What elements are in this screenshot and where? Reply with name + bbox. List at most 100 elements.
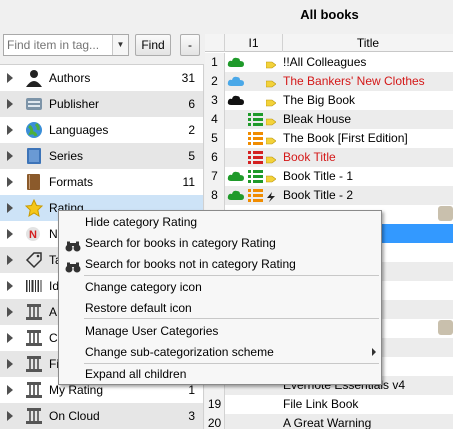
- tree-item-authors[interactable]: Authors 31: [0, 65, 203, 91]
- column-icon: [25, 303, 43, 321]
- table-row[interactable]: 20 A Great Warning: [205, 414, 453, 429]
- tree-item-series[interactable]: Series 5: [0, 143, 203, 169]
- search-history-dropdown[interactable]: ▼: [112, 35, 128, 55]
- column-header-title[interactable]: Title: [283, 34, 453, 52]
- book-title-cell: File Link Book: [283, 397, 359, 411]
- tag-icon: [265, 153, 277, 164]
- tree-item-formats[interactable]: Formats 11: [0, 169, 203, 195]
- tag-icon: [265, 77, 277, 88]
- column-icon: [25, 355, 43, 373]
- expand-arrow-icon[interactable]: [7, 255, 13, 265]
- series-book-icon: [25, 147, 43, 165]
- menu-item-label: Expand all children: [85, 367, 187, 381]
- menu-separator: [84, 318, 379, 319]
- table-row[interactable]: 19 File Link Book: [205, 395, 453, 414]
- tree-item-count: 3: [188, 409, 195, 423]
- table-row[interactable]: 1 !!All Colleagues: [205, 53, 453, 72]
- expand-arrow-icon[interactable]: [7, 99, 13, 109]
- binoculars-icon: [65, 259, 81, 273]
- star-icon: [24, 198, 44, 218]
- menu-item-manage-user-categories[interactable]: Manage User Categories: [60, 321, 380, 342]
- tree-item-count: 5: [188, 149, 195, 163]
- table-row[interactable]: 8 Book Title - 2: [205, 186, 453, 205]
- barcode-icon: [25, 277, 43, 295]
- table-row[interactable]: 5 The Book [First Edition]: [205, 129, 453, 148]
- tree-item-count: 31: [181, 71, 195, 85]
- find-button[interactable]: Find: [135, 34, 171, 56]
- expand-arrow-icon[interactable]: [7, 125, 13, 135]
- tag-search-box[interactable]: ▼: [3, 34, 129, 56]
- column-header-i1[interactable]: I1: [225, 34, 283, 52]
- expand-arrow-icon[interactable]: [7, 229, 13, 239]
- publisher-icon: [25, 95, 43, 113]
- table-header: I1 Title: [205, 34, 453, 52]
- collapse-button[interactable]: -: [180, 34, 200, 56]
- menu-item-label: Hide category Rating: [85, 215, 198, 229]
- table-row[interactable]: 4 Bleak House: [205, 110, 453, 129]
- tree-item-languages[interactable]: Languages 2: [0, 117, 203, 143]
- list-icon: [248, 150, 263, 165]
- table-row[interactable]: 7 Book Title - 1: [205, 167, 453, 186]
- expand-arrow-icon[interactable]: [7, 411, 13, 421]
- menu-item-hide-category-rating[interactable]: Hide category Rating: [60, 212, 380, 233]
- books-view-title: All books: [300, 7, 359, 22]
- table-row[interactable]: 2 The Bankers' New Clothes: [205, 72, 453, 91]
- menu-separator: [84, 363, 379, 364]
- list-icon: [248, 188, 263, 203]
- menu-item-change-sub-categorization-scheme[interactable]: Change sub-categorization scheme: [60, 342, 380, 363]
- menu-item-search-for-books-in-category-rating[interactable]: Search for books in category Rating: [60, 233, 380, 254]
- list-icon: [248, 112, 263, 127]
- row-number: 7: [205, 167, 225, 186]
- expand-arrow-icon[interactable]: [7, 73, 13, 83]
- row-number: 8: [205, 186, 225, 205]
- menu-item-label: Search for books in category Rating: [85, 236, 276, 250]
- menu-item-search-for-books-not-in-category-rating[interactable]: Search for books not in category Rating: [60, 254, 380, 275]
- row-number-header: [205, 34, 225, 52]
- expand-arrow-icon[interactable]: [7, 203, 13, 213]
- list-icon: [248, 169, 263, 184]
- tree-item-publisher[interactable]: Publisher 6: [0, 91, 203, 117]
- tag-icon: [265, 96, 277, 107]
- row-number: 5: [205, 129, 225, 148]
- row-number: 3: [205, 91, 225, 110]
- menu-item-label: Change sub-categorization scheme: [85, 345, 274, 359]
- tree-item-label: On Cloud: [49, 409, 100, 423]
- expand-arrow-icon[interactable]: [7, 333, 13, 343]
- menu-item-expand-all-children[interactable]: Expand all children: [60, 364, 380, 385]
- cover-thumbnail: [438, 320, 453, 335]
- row-number: 20: [205, 414, 225, 429]
- expand-arrow-icon[interactable]: [7, 385, 13, 395]
- expand-arrow-icon[interactable]: [7, 151, 13, 161]
- book-title-cell: !!All Colleagues: [283, 55, 367, 69]
- tree-item-label: Languages: [49, 123, 109, 137]
- tag-search-input[interactable]: [4, 35, 112, 55]
- row-number: 1: [205, 53, 225, 72]
- menu-separator: [84, 275, 379, 276]
- tag-icon: [265, 58, 277, 69]
- book-title-cell: The Book [First Edition]: [283, 131, 408, 145]
- column-icon: [25, 407, 43, 425]
- tag-icon: [265, 134, 277, 145]
- menu-item-label: Restore default icon: [85, 301, 192, 315]
- tag-icon: [265, 115, 277, 126]
- expand-arrow-icon[interactable]: [7, 307, 13, 317]
- news-icon: N: [25, 225, 43, 243]
- tree-item-label: Formats: [49, 175, 94, 189]
- cover-thumbnail: [438, 206, 453, 221]
- menu-item-restore-default-icon[interactable]: Restore default icon: [60, 298, 380, 319]
- expand-arrow-icon[interactable]: [7, 359, 13, 369]
- book-title-cell: The Bankers' New Clothes: [283, 74, 425, 88]
- table-row[interactable]: 6 Book Title: [205, 148, 453, 167]
- tree-item-on-cloud[interactable]: On Cloud 3: [0, 403, 203, 429]
- expand-arrow-icon[interactable]: [7, 281, 13, 291]
- tree-item-label: C: [49, 331, 58, 345]
- expand-arrow-icon[interactable]: [7, 177, 13, 187]
- book-title-cell: Bleak House: [283, 112, 352, 126]
- tree-item-count: 6: [188, 97, 195, 111]
- binoculars-icon: [65, 238, 81, 252]
- table-row[interactable]: 3 The Big Book: [205, 91, 453, 110]
- row-number: 19: [205, 395, 225, 414]
- book-title-cell: Book Title - 2: [283, 188, 354, 202]
- menu-item-change-category-icon[interactable]: Change category icon: [60, 277, 380, 298]
- column-icon: [25, 381, 43, 399]
